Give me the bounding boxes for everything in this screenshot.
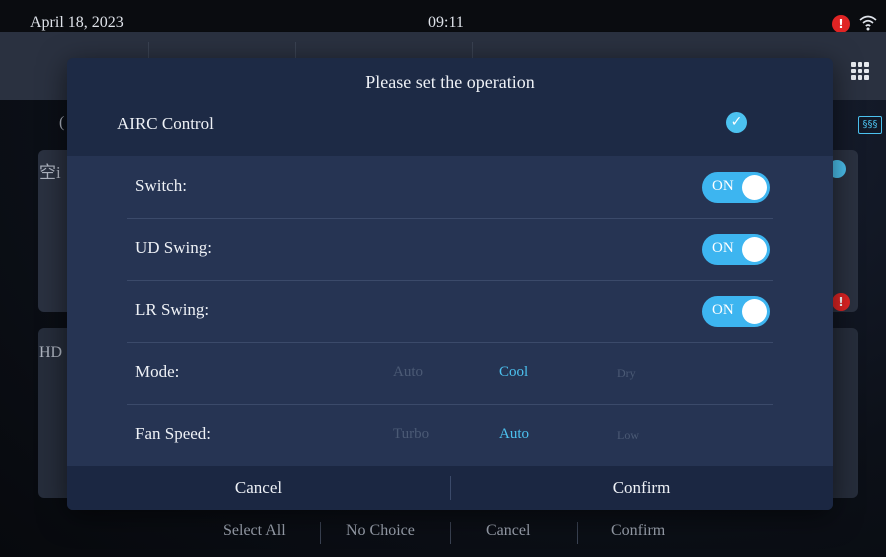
check-circle-icon[interactable]: ✓ bbox=[726, 112, 747, 133]
toggle-state: ON bbox=[712, 240, 734, 256]
background-partial-text: ( bbox=[59, 114, 65, 131]
settings-list: Switch: ON UD Swing: ON LR Swing: ON Mod… bbox=[67, 156, 833, 466]
cancel-button[interactable]: Cancel bbox=[67, 466, 450, 510]
heater-icon[interactable]: §§§ bbox=[858, 116, 882, 134]
row-label: Fan Speed: bbox=[135, 424, 212, 443]
select-all-button[interactable]: Select All bbox=[223, 522, 286, 540]
confirm-button[interactable]: Confirm bbox=[450, 466, 833, 510]
operation-dialog: Please set the operation AIRC Control ✓ … bbox=[67, 58, 833, 510]
settings-row-switch: Switch: ON bbox=[127, 156, 773, 219]
action-divider bbox=[320, 522, 321, 544]
wifi-icon bbox=[859, 15, 877, 31]
lr-swing-toggle[interactable]: ON bbox=[702, 296, 770, 327]
settings-row-mode: Mode: Auto Cool Dry bbox=[127, 342, 773, 405]
row-label: UD Swing: bbox=[135, 238, 212, 257]
row-label: Switch: bbox=[135, 176, 187, 195]
background-action-bar: Select All No Choice Cancel Confirm bbox=[0, 512, 886, 557]
alert-icon[interactable]: ! bbox=[832, 293, 850, 311]
mode-option-auto[interactable]: Auto bbox=[393, 364, 423, 381]
toggle-state: ON bbox=[712, 302, 734, 318]
background-cancel-button[interactable]: Cancel bbox=[486, 522, 530, 540]
settings-row-ud-swing: UD Swing: ON bbox=[127, 218, 773, 281]
toggle-knob bbox=[742, 237, 767, 262]
action-divider bbox=[450, 522, 451, 544]
background-confirm-button[interactable]: Confirm bbox=[611, 522, 665, 540]
fan-option-turbo[interactable]: Turbo bbox=[393, 426, 429, 443]
row-label: Mode: bbox=[135, 362, 180, 381]
date-label: April 18, 2023 bbox=[30, 14, 124, 31]
settings-row-fan-speed: Fan Speed: Turbo Auto Low bbox=[127, 404, 773, 466]
mode-option-cool[interactable]: Cool bbox=[499, 364, 528, 381]
toggle-state: ON bbox=[712, 178, 734, 194]
dialog-title: Please set the operation bbox=[365, 72, 535, 92]
fan-option-low[interactable]: Low bbox=[617, 428, 639, 443]
dialog-footer: Cancel Confirm bbox=[67, 466, 833, 510]
no-choice-button[interactable]: No Choice bbox=[346, 522, 415, 540]
settings-row-lr-swing: LR Swing: ON bbox=[127, 280, 773, 343]
section-label: AIRC Control bbox=[117, 114, 214, 133]
toggle-knob bbox=[742, 299, 767, 324]
clock-label: 09:11 bbox=[428, 14, 464, 31]
row-label: LR Swing: bbox=[135, 300, 210, 319]
ud-swing-toggle[interactable]: ON bbox=[702, 234, 770, 265]
grid-menu-icon[interactable] bbox=[851, 62, 869, 80]
mode-option-dry[interactable]: Dry bbox=[617, 366, 636, 381]
background-panel-title: HD bbox=[39, 344, 63, 361]
action-divider bbox=[577, 522, 578, 544]
switch-toggle[interactable]: ON bbox=[702, 172, 770, 203]
alert-icon[interactable]: ! bbox=[832, 15, 850, 33]
background-panel-title: 空i bbox=[39, 163, 61, 182]
toggle-knob bbox=[742, 175, 767, 200]
fan-option-auto[interactable]: Auto bbox=[499, 426, 529, 443]
